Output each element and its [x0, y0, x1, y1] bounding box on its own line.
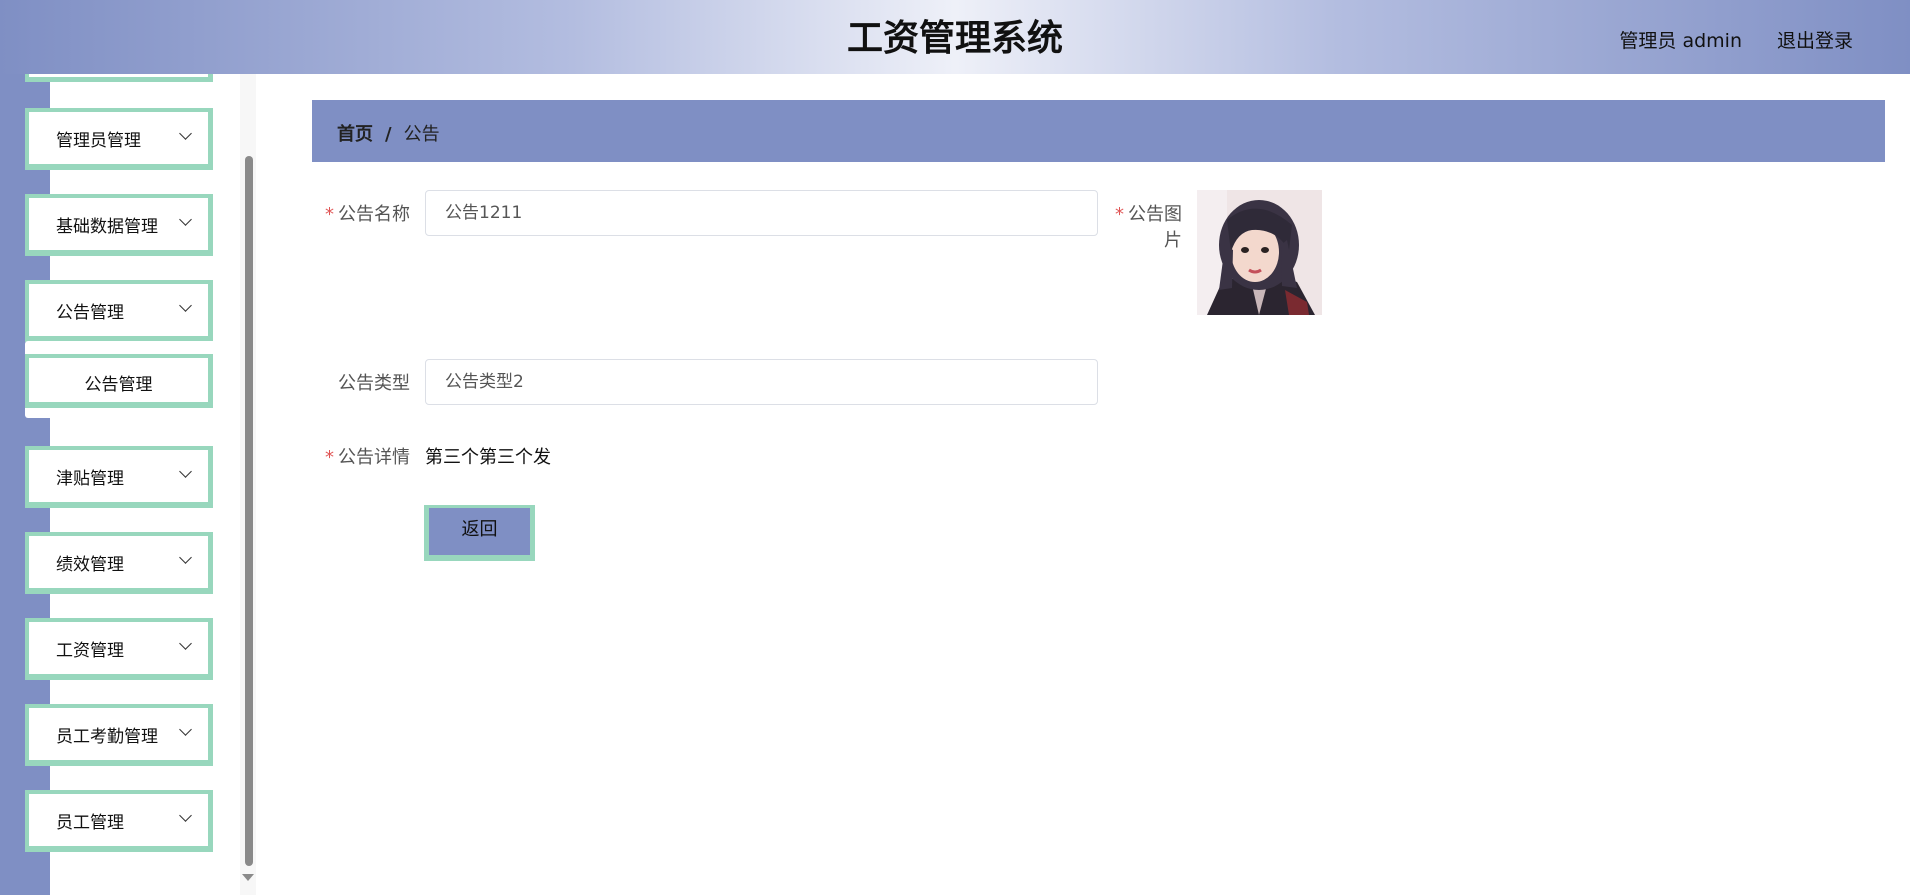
- sidebar-item-label: 管理员管理: [56, 131, 141, 151]
- required-mark: *: [1115, 204, 1124, 225]
- current-user-label: 管理员 admin: [1619, 30, 1742, 52]
- notice-type-label: 公告类型: [320, 369, 410, 395]
- sidebar-item-partial: [25, 74, 213, 82]
- sidebar-item-attendance-management[interactable]: 员工考勤管理: [25, 704, 213, 766]
- chevron-down-icon: [179, 723, 192, 736]
- notice-name-input[interactable]: 公告1211: [425, 190, 1098, 236]
- sidebar-item-basic-data-management[interactable]: 基础数据管理: [25, 194, 213, 256]
- notice-name-label-text: 公告名称: [338, 204, 410, 225]
- sidebar-item-label: 公告管理: [56, 303, 124, 323]
- sidebar-item-label: 员工管理: [56, 813, 124, 833]
- submenu-item-label: 公告管理: [84, 375, 153, 395]
- chevron-down-icon: [179, 213, 192, 226]
- sidebar-item-label: 绩效管理: [56, 555, 124, 575]
- back-button[interactable]: 返回: [424, 505, 535, 561]
- notice-detail-value: 第三个第三个发: [425, 447, 551, 468]
- chevron-down-icon: [179, 809, 192, 822]
- sidebar-item-performance-management[interactable]: 绩效管理: [25, 532, 213, 594]
- breadcrumb-bar: 首页 / 公告: [312, 100, 1885, 162]
- sidebar-item-label: 基础数据管理: [56, 217, 158, 237]
- notice-type-input[interactable]: 公告类型2: [425, 359, 1098, 405]
- chevron-down-icon: [179, 127, 192, 140]
- required-mark: *: [325, 204, 334, 225]
- chevron-down-icon: [179, 299, 192, 312]
- portrait-image: [1197, 190, 1322, 315]
- logout-link[interactable]: 退出登录: [1777, 26, 1853, 53]
- notice-image-label-text: 公告图片: [1128, 204, 1182, 251]
- sidebar-item-allowance-management[interactable]: 津贴管理: [25, 446, 213, 508]
- breadcrumb-home[interactable]: 首页: [337, 124, 373, 145]
- breadcrumb: 首页 / 公告: [337, 120, 440, 146]
- sidebar-item-notice-management[interactable]: 公告管理: [25, 280, 213, 342]
- sidebar-item-label: 员工考勤管理: [56, 727, 158, 747]
- scroll-down-arrow-icon[interactable]: [242, 874, 254, 881]
- breadcrumb-current: 公告: [403, 124, 440, 145]
- sidebar-item-admin-management[interactable]: 管理员管理: [25, 108, 213, 170]
- required-mark: *: [325, 447, 334, 468]
- breadcrumb-separator: /: [385, 124, 392, 145]
- sidebar-item-label: 津贴管理: [56, 469, 124, 489]
- top-header: 工资管理系统 管理员 admin 退出登录: [0, 0, 1910, 74]
- notice-detail-label: * 公告详情: [320, 443, 410, 469]
- sidebar: 管理员管理 基础数据管理 公告管理 公告管理 津贴管理 绩效管理 工资管理 员工…: [0, 74, 256, 895]
- notice-image-label: * 公告图片: [1098, 200, 1182, 252]
- chevron-down-icon: [179, 551, 192, 564]
- sidebar-item-salary-management[interactable]: 工资管理: [25, 618, 213, 680]
- notice-image[interactable]: [1197, 190, 1322, 315]
- chevron-down-icon: [179, 465, 192, 478]
- notice-type-label-text: 公告类型: [338, 373, 410, 394]
- sidebar-item-employee-management[interactable]: 员工管理: [25, 790, 213, 852]
- sidebar-item-label: 工资管理: [56, 641, 124, 661]
- chevron-down-icon: [179, 637, 192, 650]
- submenu-item-notice-management[interactable]: 公告管理: [25, 354, 213, 408]
- notice-detail-label-text: 公告详情: [338, 447, 410, 468]
- sidebar-scrollbar-thumb[interactable]: [245, 156, 253, 866]
- notice-name-label: * 公告名称: [320, 200, 410, 226]
